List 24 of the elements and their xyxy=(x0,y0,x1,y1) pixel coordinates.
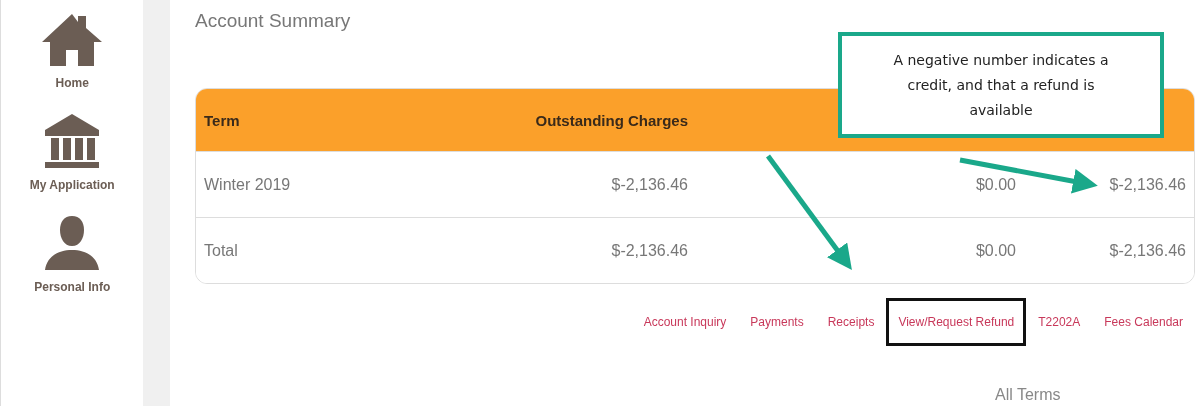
term-filter: All Terms xyxy=(995,386,1062,404)
table-cell-text: $-2,136.46 xyxy=(610,175,689,194)
table-cell-text: $0.00 xyxy=(974,175,1017,194)
table-cell-text: $-2,136.46 xyxy=(1108,175,1187,194)
account-link[interactable]: Receipts xyxy=(815,298,887,346)
person-icon xyxy=(43,214,102,272)
column-header: Term xyxy=(203,111,241,129)
account-link[interactable]: Fees Calendar xyxy=(1092,298,1195,346)
table-cell-text: Total xyxy=(203,241,239,260)
section-title: Account Summary xyxy=(195,10,352,33)
account-link[interactable]: Account Inquiry xyxy=(631,298,739,346)
table-cell-text: Winter 2019 xyxy=(203,175,292,194)
bank-icon xyxy=(43,112,102,170)
table-cell-text: $-2,136.46 xyxy=(610,241,689,260)
table-cell-text: $-2,136.46 xyxy=(1108,241,1187,260)
annotation-callout: A negative number indicates a credit, and that a refund is available xyxy=(838,32,1164,138)
column-header: Outstanding Charges xyxy=(534,111,689,129)
sidebar-item[interactable]: Personal Info xyxy=(34,214,111,294)
sidebar-item[interactable]: My Application xyxy=(29,112,115,192)
account-link[interactable]: T2202A xyxy=(1026,298,1093,346)
sidebar-item[interactable]: Home xyxy=(40,12,105,90)
account-link[interactable]: Payments xyxy=(738,298,816,346)
table-cell-text: $0.00 xyxy=(974,241,1017,260)
account-link[interactable]: View/Request Refund xyxy=(886,298,1027,346)
